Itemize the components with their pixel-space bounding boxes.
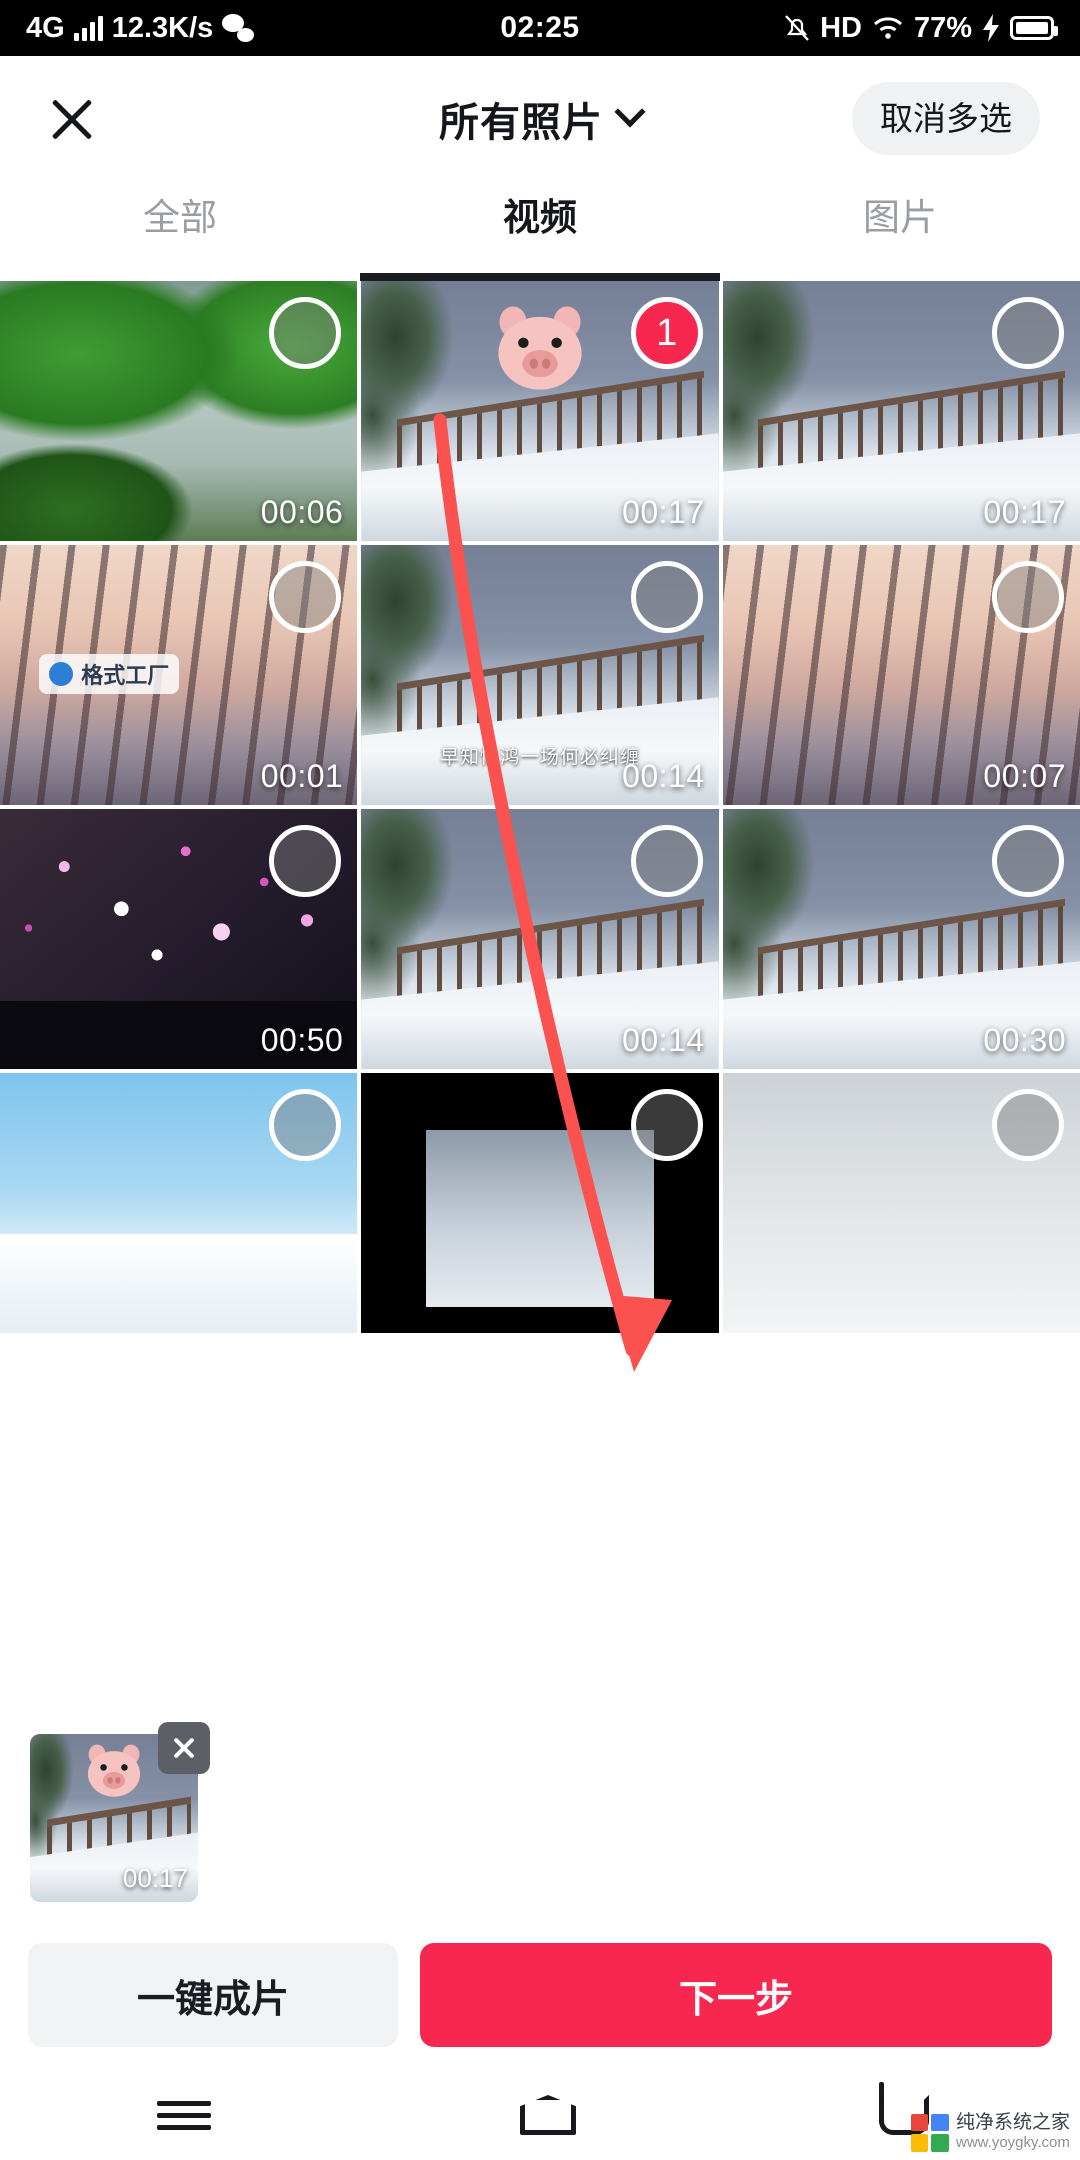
media-grid-item[interactable]: 00:30 <box>722 809 1080 1069</box>
media-duration-label: 00:30 <box>983 1022 1066 1058</box>
media-duration-label: 00:01 <box>260 758 344 794</box>
home-icon[interactable] <box>519 2095 576 2135</box>
media-grid-item[interactable]: 00:06 <box>0 281 358 541</box>
tab-all-label: 全部 <box>143 197 217 238</box>
watermark-url: www.yoygky.com <box>955 2134 1070 2151</box>
media-grid-item[interactable]: 1 00:17 <box>361 281 719 541</box>
next-step-button[interactable]: 下一步 <box>420 1943 1052 2047</box>
media-grid-item[interactable]: 00:14 <box>361 809 719 1069</box>
tab-image[interactable]: 图片 <box>720 181 1080 281</box>
selected-tray-item[interactable]: 00:17 <box>30 1722 210 1902</box>
media-duration-label: 00:17 <box>983 494 1066 530</box>
media-grid: 00:06 1 00:17 00:17 格式工厂 00:01 早知惊鸿一场何必纠缠 00:14… <box>0 281 1080 1333</box>
media-grid-item[interactable]: 早知惊鸿一场何必纠缠 00:14 <box>361 545 719 805</box>
pig-sticker-icon <box>87 1744 141 1797</box>
media-duration-label: 00:06 <box>260 494 344 530</box>
selection-checkbox[interactable] <box>992 561 1064 633</box>
selection-checkbox[interactable] <box>992 825 1064 897</box>
media-duration-label: 00:17 <box>622 494 705 530</box>
tab-video-label: 视频 <box>503 197 577 238</box>
media-grid-item[interactable]: 格式工厂 00:01 <box>0 545 358 805</box>
menu-icon[interactable] <box>151 2089 217 2141</box>
one-click-film-button[interactable]: 一键成片 <box>28 1943 398 2047</box>
picker-header: 所有照片 取消多选 <box>0 56 1080 181</box>
battery-icon <box>1010 16 1058 40</box>
tab-all[interactable]: 全部 <box>0 181 360 281</box>
selection-checkbox[interactable] <box>269 297 342 369</box>
media-duration-label: 00:50 <box>260 1022 344 1058</box>
cancel-multiselect-button[interactable]: 取消多选 <box>852 82 1040 155</box>
remove-selected-icon[interactable] <box>158 1722 210 1774</box>
watermark-dot-icon <box>49 662 74 687</box>
tab-image-label: 图片 <box>863 197 937 238</box>
selection-checkbox[interactable] <box>992 297 1064 369</box>
selection-checkbox[interactable] <box>269 825 342 897</box>
selection-checkbox[interactable] <box>630 1089 703 1161</box>
media-duration-label: 00:14 <box>622 758 705 794</box>
page-title: 所有照片 <box>439 100 603 145</box>
media-grid-item[interactable]: 00:07 <box>722 545 1080 805</box>
selection-badge-selected[interactable]: 1 <box>630 297 703 369</box>
selection-checkbox[interactable] <box>630 825 703 897</box>
media-grid-item[interactable]: 00:17 <box>722 281 1080 541</box>
chevron-down-icon <box>614 95 646 127</box>
tab-image-indicator <box>720 273 1080 281</box>
close-icon[interactable] <box>40 87 104 151</box>
selection-checkbox[interactable] <box>269 1089 342 1161</box>
thumbnail-watermark: 格式工厂 <box>39 654 180 695</box>
tab-video[interactable]: 视频 <box>360 181 720 281</box>
phone-screen: 4G 12.3K/s 02:25 HD 77% 所有照片 取消多选 全部 视频 … <box>0 0 1080 2160</box>
pig-sticker-icon <box>498 306 582 390</box>
watermark-logo-icon <box>910 2113 949 2152</box>
tab-video-indicator <box>360 273 720 281</box>
media-grid-item[interactable] <box>722 1073 1080 1333</box>
action-bar: 一键成片 下一步 <box>0 1920 1080 2070</box>
tab-all-indicator <box>0 273 360 281</box>
system-nav-bar: 纯净系统之家 www.yoygky.com <box>0 2070 1080 2160</box>
media-type-tabs: 全部 视频 图片 <box>0 181 1080 281</box>
selection-checkbox[interactable] <box>269 561 342 633</box>
site-watermark: 纯净系统之家 www.yoygky.com <box>910 2112 1070 2152</box>
selection-checkbox[interactable] <box>992 1089 1064 1161</box>
media-duration-label: 00:07 <box>983 758 1066 794</box>
status-bar: 4G 12.3K/s 02:25 HD 77% <box>0 0 1080 56</box>
selected-tray: 00:17 <box>0 1710 1080 1920</box>
thumbnail-watermark-label: 格式工厂 <box>81 663 170 689</box>
watermark-text-group: 纯净系统之家 www.yoygky.com <box>955 2112 1070 2152</box>
selected-tray-duration: 00:17 <box>122 1863 188 1893</box>
media-grid-item[interactable] <box>361 1073 719 1333</box>
status-bar-clock: 02:25 <box>500 11 580 44</box>
media-grid-item[interactable] <box>0 1073 358 1333</box>
media-duration-label: 00:14 <box>622 1022 705 1058</box>
media-grid-item[interactable]: 00:50 <box>0 809 358 1069</box>
selection-checkbox[interactable] <box>630 561 703 633</box>
watermark-title: 纯净系统之家 <box>955 2112 1070 2134</box>
